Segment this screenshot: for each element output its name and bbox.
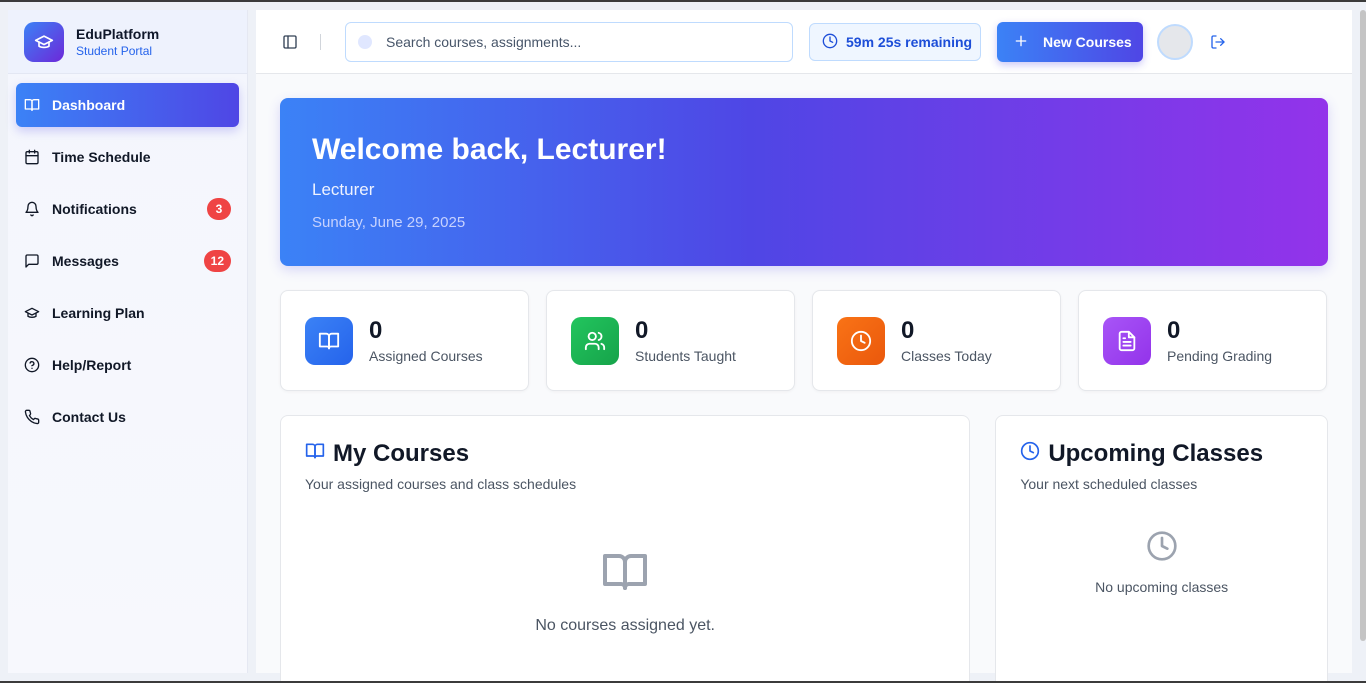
sidebar-item-time-schedule[interactable]: Time Schedule <box>16 135 239 179</box>
clock-icon <box>1146 531 1178 566</box>
clock-icon <box>822 33 838 52</box>
sidebar-item-label: Contact Us <box>52 409 126 425</box>
calendar-icon <box>24 149 40 165</box>
sidebar-item-label: Notifications <box>52 201 137 217</box>
bell-icon <box>24 201 40 217</box>
stat-label: Students Taught <box>635 347 736 364</box>
panel-subtitle: Your assigned courses and class schedule… <box>305 476 577 492</box>
timer-text: 59m 25s remaining <box>846 34 973 50</box>
message-count-badge: 12 <box>203 250 231 272</box>
panel-title: Upcoming Classes <box>1048 440 1264 467</box>
upcoming-empty-state: No upcoming classes <box>996 530 1327 595</box>
search-input[interactable] <box>386 34 786 50</box>
graduation-cap-icon <box>24 305 40 321</box>
brand-name: EduPlatform <box>76 25 160 42</box>
stat-card-students-taught: 0 Students Taught <box>546 290 795 391</box>
sidebar-item-learning-plan[interactable]: Learning Plan <box>16 291 239 335</box>
book-open-icon <box>305 440 325 468</box>
logout-icon[interactable] <box>1210 34 1226 50</box>
sidebar-item-label: Help/Report <box>52 357 132 373</box>
welcome-title: Welcome back, Lecturer! <box>312 133 667 166</box>
panel-subtitle: Your next scheduled classes <box>1020 476 1198 492</box>
sidebar: EduPlatform Student Portal Dashboard Tim… <box>8 10 248 673</box>
brand-subtitle: Student Portal <box>76 43 153 58</box>
stat-card-pending-grading: 0 Pending Grading <box>1078 290 1327 391</box>
notification-count-badge: 3 <box>207 198 231 220</box>
message-icon <box>24 253 40 269</box>
empty-message: No courses assigned yet. <box>535 617 715 634</box>
sidebar-toggle-icon[interactable] <box>282 34 298 50</box>
stat-label: Pending Grading <box>1167 347 1273 364</box>
my-courses-panel: My Courses Your assigned courses and cla… <box>280 415 971 683</box>
clock-icon <box>837 316 885 365</box>
new-courses-button[interactable]: New Courses <box>997 22 1143 62</box>
sidebar-item-dashboard[interactable]: Dashboard <box>16 83 239 127</box>
panel-title: My Courses <box>333 440 470 467</box>
book-open-icon <box>24 97 40 113</box>
brand[interactable]: EduPlatform Student Portal <box>8 10 247 74</box>
top-bar: 59m 25s remaining New Courses <box>256 10 1352 74</box>
session-timer: 59m 25s remaining <box>809 23 981 61</box>
help-circle-icon <box>24 357 40 373</box>
stat-label: Assigned Courses <box>369 347 483 364</box>
stat-value: 0 <box>635 316 649 344</box>
stats-row: 0 Assigned Courses 0 Students Taught 0 C… <box>280 290 1328 391</box>
user-role: Lecturer <box>312 180 375 199</box>
page-scrollbar[interactable] <box>1360 10 1366 641</box>
empty-message: No upcoming classes <box>1095 579 1229 595</box>
book-open-icon <box>305 316 353 365</box>
upcoming-classes-panel: Upcoming Classes Your next scheduled cla… <box>995 415 1328 683</box>
sidebar-item-label: Messages <box>52 253 119 269</box>
main-area: 59m 25s remaining New Courses Welcome ba… <box>256 10 1352 683</box>
phone-icon <box>24 409 40 425</box>
window-top-border <box>0 0 1366 2</box>
welcome-banner: Welcome back, Lecturer! Lecturer Sunday,… <box>280 98 1328 266</box>
current-date: Sunday, June 29, 2025 <box>312 214 466 231</box>
plus-icon <box>1013 33 1029 52</box>
dashboard-content: Welcome back, Lecturer! Lecturer Sunday,… <box>280 98 1328 683</box>
stat-value: 0 <box>369 316 383 344</box>
stat-value: 0 <box>1167 316 1181 344</box>
new-courses-label: New Courses <box>1043 34 1132 50</box>
stat-card-classes-today: 0 Classes Today <box>812 290 1061 391</box>
clock-icon <box>1020 440 1040 468</box>
sidebar-item-label: Learning Plan <box>52 305 145 321</box>
users-icon <box>571 316 619 365</box>
stat-value: 0 <box>901 316 915 344</box>
sidebar-item-contact-us[interactable]: Contact Us <box>16 395 239 439</box>
courses-empty-state: No courses assigned yet. <box>281 548 969 635</box>
sidebar-item-label: Time Schedule <box>52 149 151 165</box>
file-text-icon <box>1103 316 1151 365</box>
search-box[interactable] <box>345 22 793 62</box>
sidebar-item-label: Dashboard <box>52 97 126 113</box>
stat-label: Classes Today <box>901 347 992 364</box>
book-open-icon <box>601 554 649 600</box>
sidebar-item-notifications[interactable]: Notifications 3 <box>16 187 239 231</box>
graduation-cap-icon <box>24 21 64 62</box>
sidebar-item-messages[interactable]: Messages 12 <box>16 239 239 283</box>
panels-row: My Courses Your assigned courses and cla… <box>280 415 1328 683</box>
sidebar-item-help-report[interactable]: Help/Report <box>16 343 239 387</box>
avatar[interactable] <box>1157 24 1193 60</box>
search-icon <box>358 35 372 49</box>
sidebar-nav: Dashboard Time Schedule Notifications 3 … <box>8 74 247 439</box>
stat-card-assigned-courses: 0 Assigned Courses <box>280 290 529 391</box>
toolbar-divider <box>320 34 321 50</box>
